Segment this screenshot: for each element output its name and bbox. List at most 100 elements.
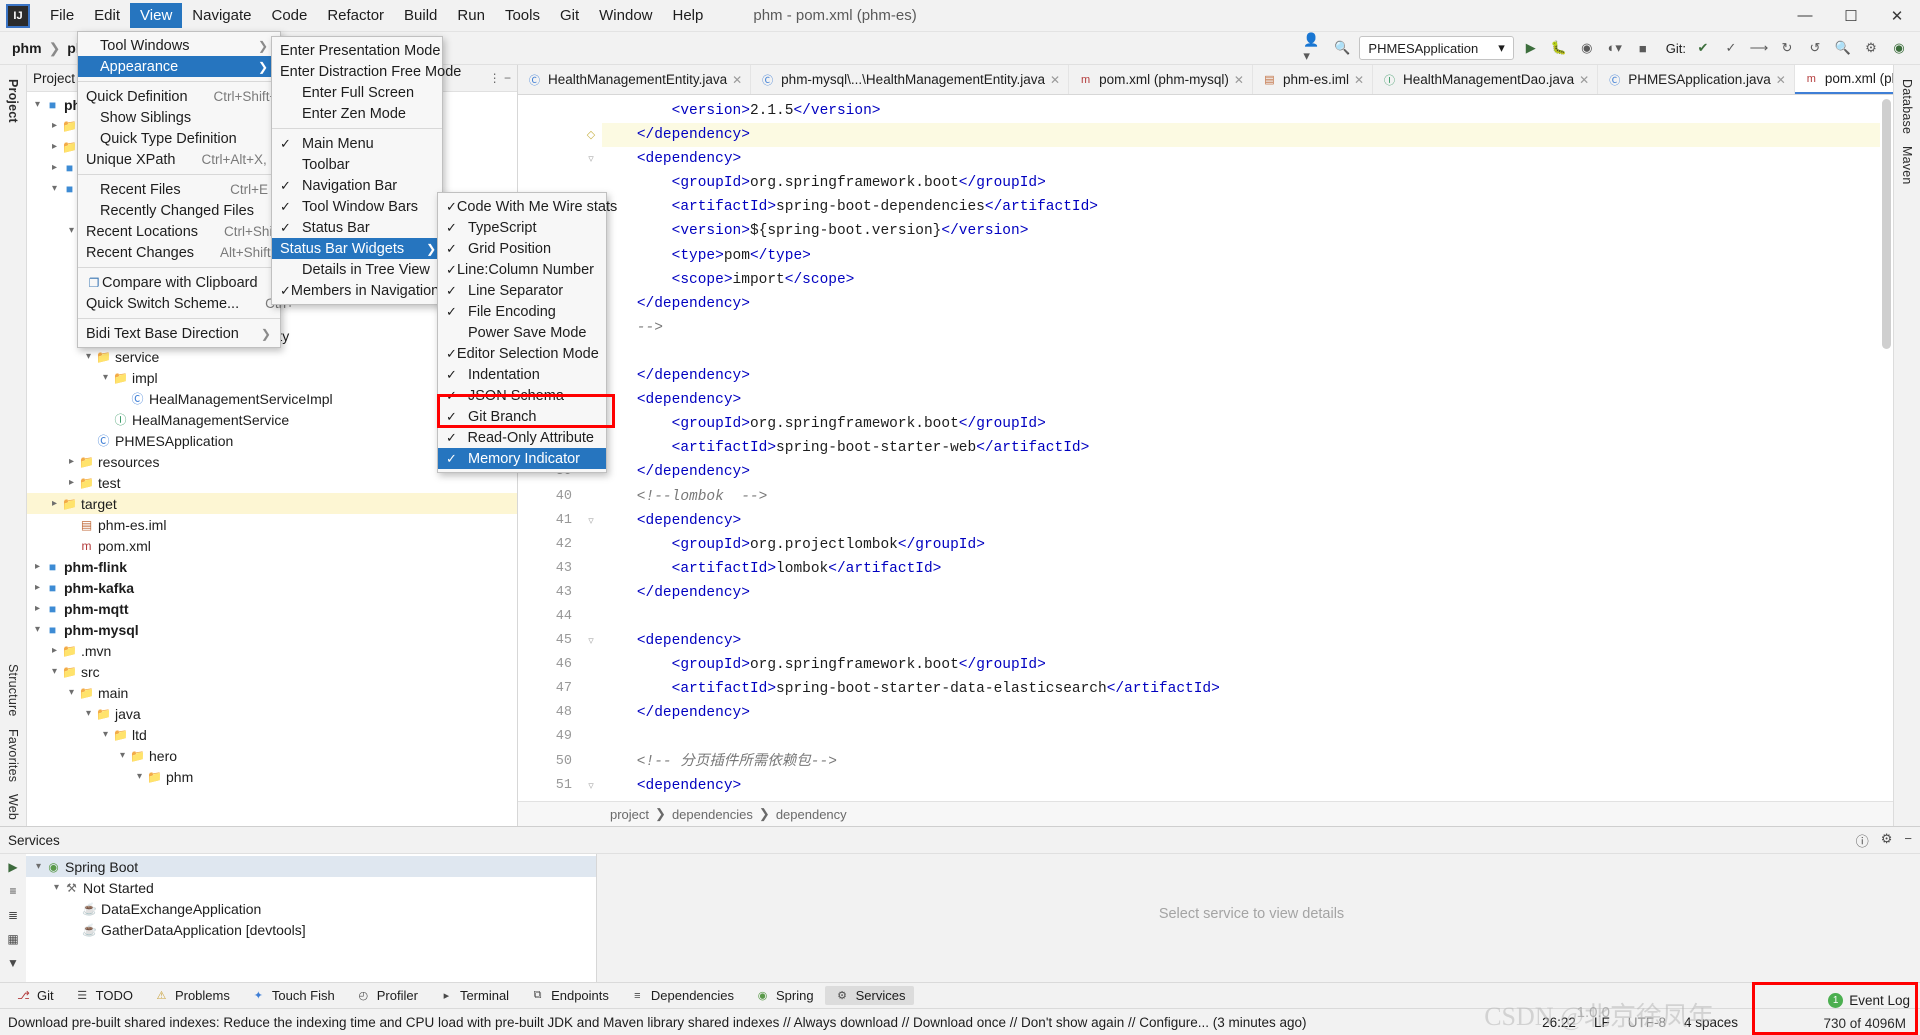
editor-tab[interactable]: ▤ phm-es.iml ✕ [1253,65,1374,94]
widgets-menu-item-file-encoding[interactable]: ✓ File Encoding [438,301,606,322]
gutter-mark[interactable]: ◇ [580,123,602,147]
menu-window[interactable]: Window [589,3,662,28]
project-tree-row[interactable]: ▾ 📁 ltd [27,724,517,745]
view-dropdown-menu[interactable]: Tool Windows ❯ Appearance ❯ Quick Definition… [77,31,298,348]
tool-window-button[interactable]: ⧉ Endpoints [520,986,618,1005]
close-icon[interactable]: ✕ [1776,73,1786,87]
user-avatar-icon[interactable]: ◉ [1888,37,1910,59]
code-line[interactable]: <dependency> [602,388,1893,412]
push-icon[interactable]: ⟶ [1748,37,1770,59]
project-tree-row[interactable]: ▸ ■ phm-flink [27,556,517,577]
bottom-tool-window-bar[interactable]: ⎇ Git ☰ TODO ⚠ Problems ✦ Touch Fish ◴ Profiler ▸ T… [0,982,1920,1008]
editor-tab[interactable]: m pom.xml (phm-mysql) ✕ [1069,65,1253,94]
tool-window-button[interactable]: ◉ Spring [745,986,823,1005]
appearance-submenu[interactable]: Enter Presentation Mode Enter Distraction… [271,36,466,305]
stop-icon[interactable]: ■ [1632,37,1654,59]
code-line[interactable]: <dependency> [602,774,1893,798]
code-line[interactable]: <!--lombok --> [602,485,1893,509]
run-configuration-selector[interactable]: PHMESApplication ▾ [1359,36,1514,60]
tree-expand-arrow-icon[interactable]: ▾ [99,729,112,740]
gutter-mark[interactable]: ▿ [580,147,602,171]
gutter-mark[interactable] [580,605,602,629]
project-tree-row[interactable]: ▾ 📁 main [27,682,517,703]
editor-tab[interactable]: Ⓒphm-mysql\...\HealthManagementEntity.ja… [751,65,1070,94]
status-bar-widgets-submenu[interactable]: ✓ Code With Me Wire stats ✓ TypeScript ✓ Grid… [437,192,617,473]
services-tree-row[interactable]: ☕ GatherDataApplication [devtools] [26,919,596,940]
strip-item-maven[interactable]: Maven [1900,140,1914,191]
avatar-icon[interactable]: 👤▾ [1303,32,1325,63]
tool-window-button[interactable]: ☰ TODO [65,986,142,1005]
tree-expand-arrow-icon[interactable]: ▾ [116,750,129,761]
tool-window-button[interactable]: ⚠ Problems [144,986,239,1005]
tool-window-button[interactable]: ▸ Terminal [429,986,518,1005]
status-message[interactable]: Download pre-built shared indexes: Reduc… [8,1015,1307,1030]
strip-item-structure[interactable]: Structure [6,658,20,723]
code-line[interactable]: </dependency> [602,701,1893,725]
source-code-text[interactable]: <version>2.1.5</version> </dependency> <… [602,95,1893,801]
services-tree[interactable]: ▾ ◉ Spring Boot ▾ ⚒ Not Started ☕ DataExchangeA… [26,854,597,982]
group-icon[interactable]: ▦ [7,932,18,946]
project-tree-row[interactable]: ▸ ■ phm-mqtt [27,598,517,619]
project-tree-row[interactable]: ▾ ■ phm-mysql [27,619,517,640]
appearance-menu-item-status-bar-widgets[interactable]: Status Bar Widgets ❯ [272,238,442,259]
menu-build[interactable]: Build [394,3,447,28]
close-icon[interactable]: ✕ [732,73,742,87]
project-tree-row[interactable]: ▸ 📁 target [27,493,517,514]
tree-expand-arrow-icon[interactable]: ▸ [48,645,61,656]
widgets-menu-item-editor-selection-mode[interactable]: ✓ Editor Selection Mode [438,343,606,364]
services-tree-row[interactable]: ▾ ⚒ Not Started [26,877,596,898]
code-line[interactable] [602,725,1893,749]
appearance-menu-item-main-menu[interactable]: ✓ Main Menu [272,133,442,154]
menu-file[interactable]: File [40,3,84,28]
gutter-mark[interactable]: ▿ [580,774,602,798]
fold-icon[interactable]: ▿ [588,780,594,792]
menu-edit[interactable]: Edit [84,3,130,28]
tool-window-button[interactable]: ✦ Touch Fish [241,986,344,1005]
view-menu-item-show-siblings[interactable]: Show Siblings [78,107,280,128]
editor-tab[interactable]: mpom.xml (phm-es)✕ [1794,65,1893,94]
tree-expand-arrow-icon[interactable]: ▾ [82,708,95,719]
tree-expand-arrow-icon[interactable]: ▸ [48,498,61,509]
breadcrumb-phm[interactable]: phm [8,40,46,56]
profile-icon[interactable]: ◐▾ [1604,37,1626,59]
view-menu-item-recent-files[interactable]: Recent Files Ctrl+E [78,179,280,200]
commit-icon[interactable]: ✓ [1720,37,1742,59]
gutter-mark[interactable] [580,701,602,725]
menu-code[interactable]: Code [261,3,317,28]
fold-icon[interactable]: ▿ [588,635,594,647]
code-line[interactable]: <scope>import</scope> [602,268,1893,292]
code-line[interactable]: </dependency> [602,460,1893,484]
widgets-menu-item-typescript[interactable]: ✓ TypeScript [438,217,606,238]
code-line[interactable]: <groupId>com.github.pagehelper</groupId> [602,798,1893,801]
gutter-mark[interactable] [580,653,602,677]
help-icon[interactable]: ⓘ [1856,831,1869,850]
editor-tab[interactable]: Ⓒ PHMESApplication.java ✕ [1598,65,1795,94]
gear-icon[interactable]: ⚙ [1881,831,1893,850]
project-tree-row[interactable]: ▾ 📁 java [27,703,517,724]
appearance-menu-item-enter-zen-mode[interactable]: Enter Zen Mode [272,103,442,124]
run-icon[interactable]: ▶ [1520,37,1542,59]
appearance-menu-item-enter-full-screen[interactable]: Enter Full Screen [272,82,442,103]
project-tree-row[interactable]: ▸ 📁 .mvn [27,640,517,661]
view-menu-item-quick-switch-scheme[interactable]: Quick Switch Scheme...Ctrl+` [78,293,298,314]
gutter-mark[interactable] [580,557,602,581]
breadcrumb-project[interactable]: project [610,807,649,822]
code-line[interactable]: <artifactId>spring-boot-starter-web</art… [602,436,1893,460]
strip-item-web[interactable]: Web [6,788,20,826]
fold-icon[interactable]: ◇ [587,129,595,141]
tool-window-button[interactable]: ⚙ Services [824,986,915,1005]
tree-expand-arrow-icon[interactable]: ▾ [50,882,63,893]
widgets-menu-item-memory-indicator[interactable]: ✓ Memory Indicator [438,448,606,469]
tree-expand-arrow-icon[interactable]: ▸ [31,561,44,572]
project-tree-row[interactable]: ▾ 📁 src [27,661,517,682]
services-tree-row[interactable]: ▾ ◉ Spring Boot [26,856,596,877]
scrollbar-thumb[interactable] [1882,99,1891,349]
tree-expand-arrow-icon[interactable]: ▸ [31,603,44,614]
hide-icon[interactable]: − [1904,831,1912,850]
tree-expand-arrow-icon[interactable]: ▾ [82,351,95,362]
project-tree-row[interactable]: ▾ 📁 hero [27,745,517,766]
tool-window-button[interactable]: ⎇ Git [6,986,63,1005]
collapse-all-icon[interactable]: ≡ [9,884,16,898]
tree-expand-arrow-icon[interactable]: ▾ [65,687,78,698]
history-icon[interactable]: ↻ [1776,37,1798,59]
